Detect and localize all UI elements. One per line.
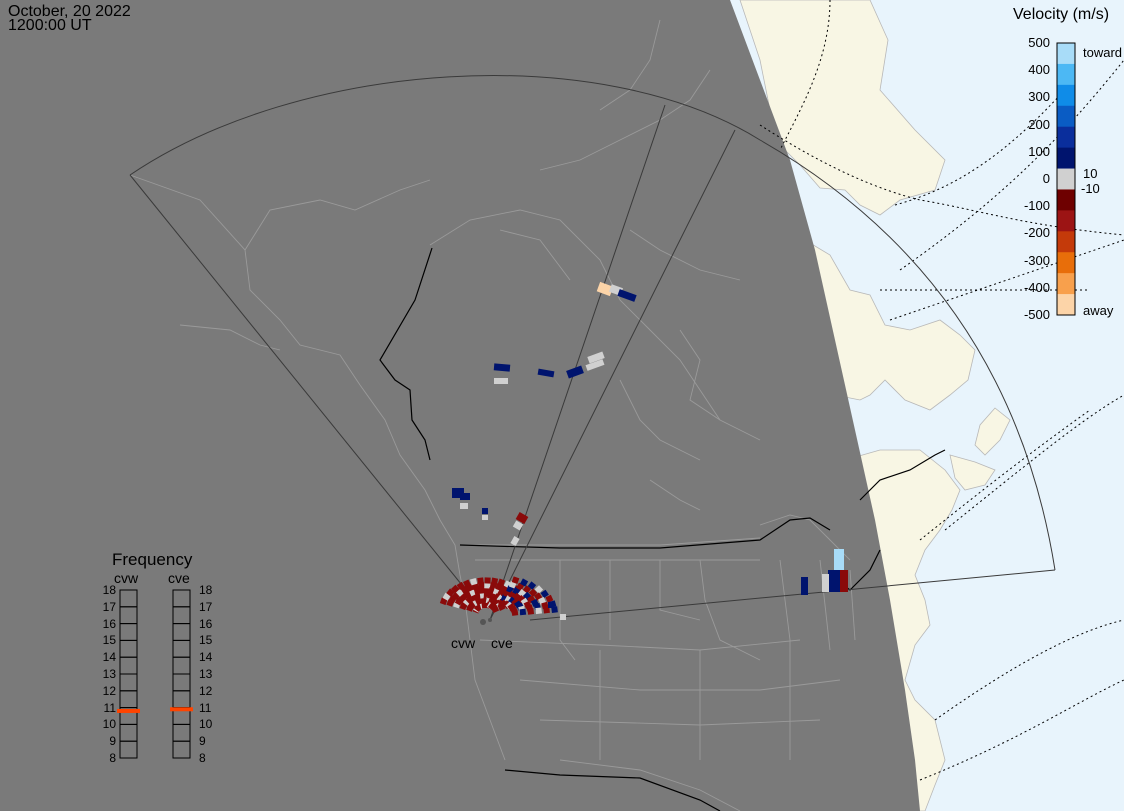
freq-tick-label: 11 (103, 700, 116, 715)
freq-tick-label: 18 (102, 583, 116, 597)
colorbar-segment (1057, 252, 1075, 274)
freq-tick-label: 13 (199, 667, 213, 681)
colorbar-segment (1057, 210, 1075, 232)
freq-tick-label: 9 (199, 734, 206, 749)
velocity-cell (834, 549, 844, 571)
map-site-label-cvw: cvw (451, 635, 476, 651)
velocity-cell (493, 363, 511, 372)
freq-tick-label: 12 (199, 683, 213, 698)
freq-tick-label: 14 (102, 650, 116, 665)
velocity-tick-label: -500 (1023, 307, 1050, 322)
colorbar-segment (1057, 105, 1075, 128)
radar-site-cvw (480, 619, 486, 625)
freq-tick-label: 8 (109, 751, 116, 765)
velocity-cell (535, 607, 543, 615)
map-canvas (0, 0, 1124, 811)
radar-site-cve (488, 618, 492, 622)
velocity-cell (494, 378, 508, 384)
freq-tick-label: 15 (102, 633, 116, 648)
freq-radar-label-cve: cve (168, 570, 190, 586)
colorbar-segment (1057, 231, 1075, 253)
velocity-tick-label: 100 (1028, 143, 1050, 159)
velocity-tick-label: -200 (1023, 225, 1050, 241)
velocity-tick-label: -100 (1023, 198, 1050, 214)
freq-tick-label: 10 (102, 717, 116, 732)
freq-tick-label: 16 (199, 616, 213, 631)
colorbar-segment (1057, 294, 1075, 316)
velocity-cell (491, 577, 499, 585)
colorbar-segment (1057, 126, 1075, 149)
freq-tick-label: 16 (102, 616, 116, 631)
toward-label: toward (1083, 45, 1123, 60)
velocity-tick-label: 300 (1028, 89, 1050, 105)
colorbar-segment (1057, 168, 1075, 190)
colorbar-segment (1057, 147, 1075, 170)
freq-tick-label: 11 (199, 700, 212, 715)
velocity-cell (460, 503, 468, 509)
colorbar-segment (1057, 43, 1075, 65)
velocity-cell (477, 577, 484, 585)
away-label: away (1083, 303, 1114, 318)
freq-marker (117, 708, 140, 713)
freq-tick-label: 15 (199, 633, 213, 648)
freq-tick-label: 13 (102, 667, 116, 681)
velocity-cell (484, 577, 491, 584)
freq-tick-label: 14 (199, 650, 213, 665)
velocity-tick-label: 400 (1028, 62, 1050, 78)
velocity-cell (511, 609, 519, 616)
velocity-cell (801, 577, 808, 595)
colorbar-segment (1057, 84, 1075, 107)
velocity-cell (482, 508, 488, 514)
velocity-cell (482, 515, 488, 520)
colorbar-segment (1057, 63, 1075, 86)
freq-tick-label: 17 (199, 599, 213, 614)
velocity-cell (460, 493, 470, 500)
velocity-cell (828, 570, 840, 592)
map-site-label-cve: cve (491, 635, 513, 651)
velocity-cell (822, 574, 829, 592)
frequency-title: Frequency (112, 550, 193, 569)
velocity-tick-label: -400 (1023, 279, 1050, 295)
velocity-cell (548, 602, 554, 608)
velocity-tick-label: 0 (1042, 171, 1050, 186)
freq-tick-label: 12 (102, 683, 116, 698)
colorbar-segment (1057, 273, 1075, 295)
colorbar-segment (1057, 189, 1075, 211)
threshold-positive-label: 10 (1083, 166, 1098, 181)
freq-tick-label: 9 (109, 734, 116, 749)
velocity-tick-label: -300 (1023, 252, 1050, 268)
freq-tick-label: 18 (199, 583, 213, 597)
velocity-cell (560, 614, 566, 620)
velocity-cell (527, 608, 535, 615)
freq-tick-label: 8 (199, 751, 206, 765)
velocity-tick-label: 500 (1028, 35, 1050, 50)
velocity-scale-title: Velocity (m/s) (1013, 6, 1110, 23)
velocity-cell (840, 570, 848, 592)
threshold-negative-label: -10 (1081, 181, 1100, 196)
freq-tick-label: 10 (199, 717, 213, 732)
freq-marker (170, 707, 193, 712)
velocity-cell (519, 608, 527, 616)
velocity-tick-label: 200 (1028, 116, 1050, 132)
time-label: 1200:00 UT (8, 17, 92, 34)
velocity-colorbar (1056, 42, 1076, 316)
freq-tick-label: 17 (102, 599, 116, 614)
freq-radar-label-cvw: cvw (114, 570, 139, 586)
